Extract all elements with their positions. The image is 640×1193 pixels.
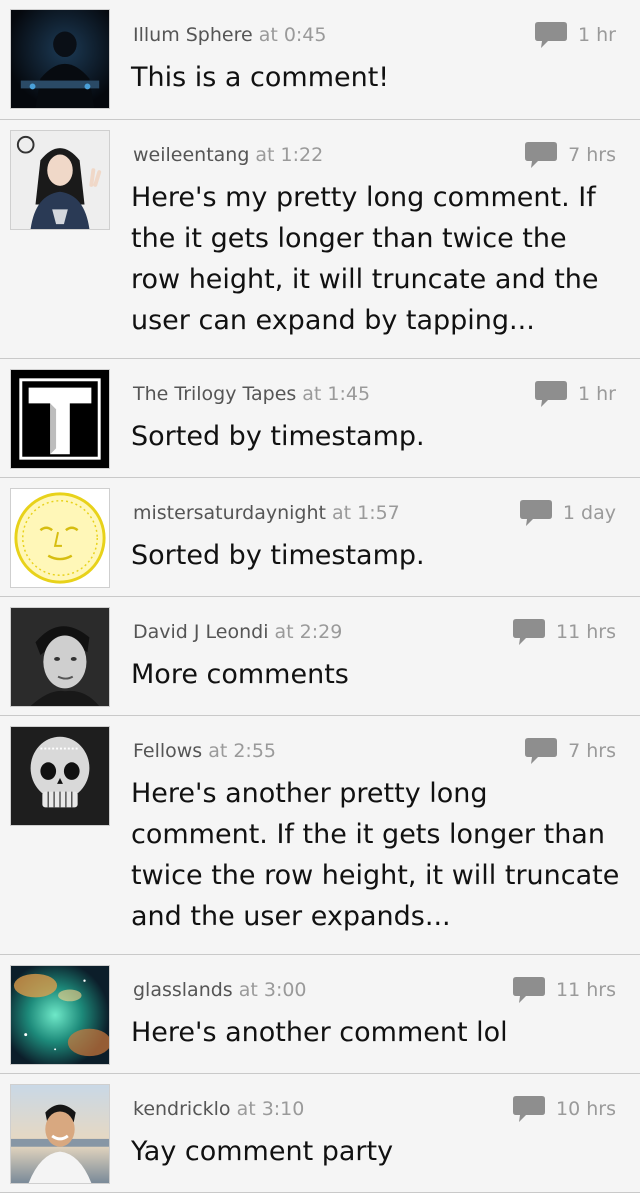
letter-t-logo-avatar[interactable]	[10, 369, 110, 469]
comment-text: Here's my pretty long comment. If the it…	[131, 182, 599, 336]
comment-text: Sorted by timestamp.	[131, 421, 425, 452]
comment-meta: weileentang at 1:22	[133, 142, 323, 168]
username[interactable]: mistersaturdaynight	[133, 502, 326, 524]
comment-meta: kendricklo at 3:10	[133, 1096, 304, 1122]
dj-silhouette-avatar[interactable]	[10, 9, 110, 109]
age-label: 11 hrs	[556, 979, 616, 1001]
age-label: 10 hrs	[556, 1098, 616, 1120]
age-label: 1 day	[562, 502, 616, 524]
age-label: 7 hrs	[568, 144, 616, 166]
comment-age: 1 hr	[534, 379, 616, 409]
age-label: 1 hr	[578, 24, 616, 46]
track-timestamp[interactable]: at 0:45	[259, 24, 327, 46]
comment-text: This is a comment!	[131, 62, 390, 93]
username[interactable]: glasslands	[133, 979, 233, 1001]
comment-meta: David J Leondi at 2:29	[133, 619, 342, 645]
comment-meta: Fellows at 2:55	[133, 738, 276, 764]
track-timestamp[interactable]: at 2:55	[208, 740, 276, 762]
age-label: 7 hrs	[568, 740, 616, 762]
speech-bubble-icon	[524, 140, 558, 170]
username[interactable]: The Trilogy Tapes	[133, 383, 296, 405]
track-timestamp[interactable]: at 3:00	[239, 979, 307, 1001]
comment-age: 11 hrs	[512, 975, 616, 1005]
comment-row[interactable]: David J Leondi at 2:29 11 hrs More commen…	[0, 597, 640, 716]
age-label: 11 hrs	[556, 621, 616, 643]
comment-row[interactable]: kendricklo at 3:10 10 hrs Yay comment par…	[0, 1074, 640, 1193]
comment-meta: mistersaturdaynight at 1:57	[133, 500, 400, 526]
comment-age: 1 hr	[534, 20, 616, 50]
comment-meta: The Trilogy Tapes at 1:45	[133, 381, 370, 407]
track-timestamp[interactable]: at 1:57	[332, 502, 400, 524]
speech-bubble-icon	[524, 736, 558, 766]
comment-age: 7 hrs	[524, 140, 616, 170]
comment-age: 1 day	[519, 498, 616, 528]
comment-meta: glasslands at 3:00	[133, 977, 307, 1003]
speech-bubble-icon	[512, 617, 546, 647]
comment-text: Here's another pretty long comment. If t…	[131, 778, 620, 932]
track-timestamp[interactable]: at 1:22	[255, 144, 323, 166]
yellow-moon-face-avatar[interactable]	[10, 488, 110, 588]
comment-row[interactable]: The Trilogy Tapes at 1:45 1 hr Sorted by …	[0, 359, 640, 478]
username[interactable]: kendricklo	[133, 1098, 231, 1120]
comment-text: Here's another comment lol	[131, 1017, 508, 1048]
track-timestamp[interactable]: at 1:45	[302, 383, 370, 405]
comment-meta: Illum Sphere at 0:45	[133, 22, 327, 48]
username[interactable]: Fellows	[133, 740, 202, 762]
comment-age: 7 hrs	[524, 736, 616, 766]
comment-row[interactable]: mistersaturdaynight at 1:57 1 day Sorted …	[0, 478, 640, 597]
skull-avatar[interactable]	[10, 726, 110, 826]
comment-row[interactable]: Fellows at 2:55 7 hrs Here's another pret…	[0, 716, 640, 955]
username[interactable]: David J Leondi	[133, 621, 269, 643]
speech-bubble-icon	[512, 1094, 546, 1124]
username[interactable]: weileentang	[133, 144, 249, 166]
comment-text: More comments	[131, 659, 349, 690]
comment-text: Yay comment party	[131, 1136, 394, 1167]
girl-peace-sign-avatar[interactable]	[10, 130, 110, 230]
comment-row[interactable]: glasslands at 3:00 11 hrs Here's another …	[0, 955, 640, 1074]
comment-row[interactable]: Illum Sphere at 0:45 1 hr This is a comme…	[0, 0, 640, 120]
man-portrait-avatar[interactable]	[10, 607, 110, 707]
speech-bubble-icon	[519, 498, 553, 528]
speech-bubble-icon	[534, 20, 568, 50]
track-timestamp[interactable]: at 3:10	[237, 1098, 305, 1120]
comment-feed: Illum Sphere at 0:45 1 hr This is a comme…	[0, 0, 640, 1193]
comment-age: 10 hrs	[512, 1094, 616, 1124]
username[interactable]: Illum Sphere	[133, 24, 253, 46]
comment-row[interactable]: weileentang at 1:22 7 hrs Here's my prett…	[0, 120, 640, 359]
speech-bubble-icon	[534, 379, 568, 409]
nebula-avatar[interactable]	[10, 965, 110, 1065]
comment-text: Sorted by timestamp.	[131, 540, 425, 571]
age-label: 1 hr	[578, 383, 616, 405]
comment-age: 11 hrs	[512, 617, 616, 647]
speech-bubble-icon	[512, 975, 546, 1005]
track-timestamp[interactable]: at 2:29	[275, 621, 343, 643]
smiling-man-avatar[interactable]	[10, 1084, 110, 1184]
